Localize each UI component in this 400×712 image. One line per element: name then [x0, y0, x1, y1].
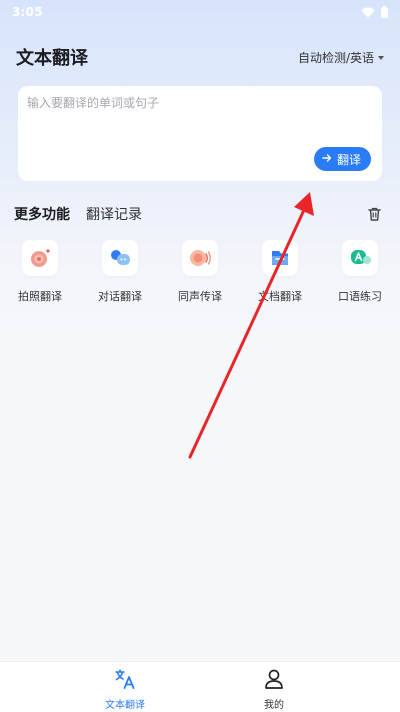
language-selector-label: 自动检测/英语 — [297, 50, 374, 65]
feature-label: 文档翻译 — [258, 290, 302, 303]
bottom-navigation: 文本翻译 我的 — [0, 661, 400, 712]
speaking-practice-icon — [342, 240, 378, 276]
caret-down-icon — [378, 55, 384, 60]
feature-document-translate[interactable]: 文档翻译 — [240, 240, 320, 304]
dialogue-translate-icon — [102, 240, 138, 276]
status-time: 3:05 — [12, 5, 43, 19]
document-translate-icon — [262, 240, 298, 276]
trash-icon[interactable] — [364, 204, 384, 224]
translate-button[interactable]: 翻译 — [313, 147, 371, 171]
feature-dialogue-translate[interactable]: 对话翻译 — [80, 240, 160, 304]
nav-item-mine[interactable]: 我的 — [234, 668, 314, 711]
arrow-right-icon — [322, 152, 332, 166]
feature-label: 拍照翻译 — [18, 290, 62, 303]
nav-item-text-translate[interactable]: 文本翻译 — [85, 668, 165, 711]
tabs-row: 更多功能 翻译记录 — [14, 202, 384, 226]
header: 文本翻译 自动检测/英语 — [16, 44, 384, 70]
nav-label: 我的 — [264, 700, 284, 711]
feature-speaking-practice[interactable]: 口语练习 — [320, 240, 400, 304]
feature-simultaneous-interpretation[interactable]: 同声传译 — [160, 240, 240, 304]
status-icons — [361, 3, 388, 22]
feature-label: 口语练习 — [338, 290, 382, 303]
translate-button-label: 翻译 — [336, 152, 361, 167]
tab-translation-history[interactable]: 翻译记录 — [86, 204, 142, 224]
battery-icon — [381, 3, 388, 22]
tab-more-features[interactable]: 更多功能 — [14, 204, 70, 224]
nav-label: 文本翻译 — [105, 700, 145, 711]
photo-translate-icon — [22, 240, 58, 276]
status-bar: 3:05 — [0, 0, 400, 24]
feature-label: 对话翻译 — [98, 290, 142, 303]
translate-input[interactable] — [27, 94, 367, 144]
simultaneous-interpretation-icon — [182, 240, 218, 276]
translate-icon — [114, 668, 136, 694]
features-grid: 拍照翻译 对话翻译 同声传译 文档翻译 口语练习 — [0, 240, 400, 310]
feature-label: 同声传译 — [178, 290, 222, 303]
feature-photo-translate[interactable]: 拍照翻译 — [0, 240, 80, 304]
language-selector[interactable]: 自动检测/英语 — [298, 49, 384, 66]
input-card: 翻译 — [18, 86, 382, 181]
user-icon — [263, 668, 285, 694]
wifi-icon — [361, 3, 375, 22]
page-title: 文本翻译 — [16, 48, 88, 69]
